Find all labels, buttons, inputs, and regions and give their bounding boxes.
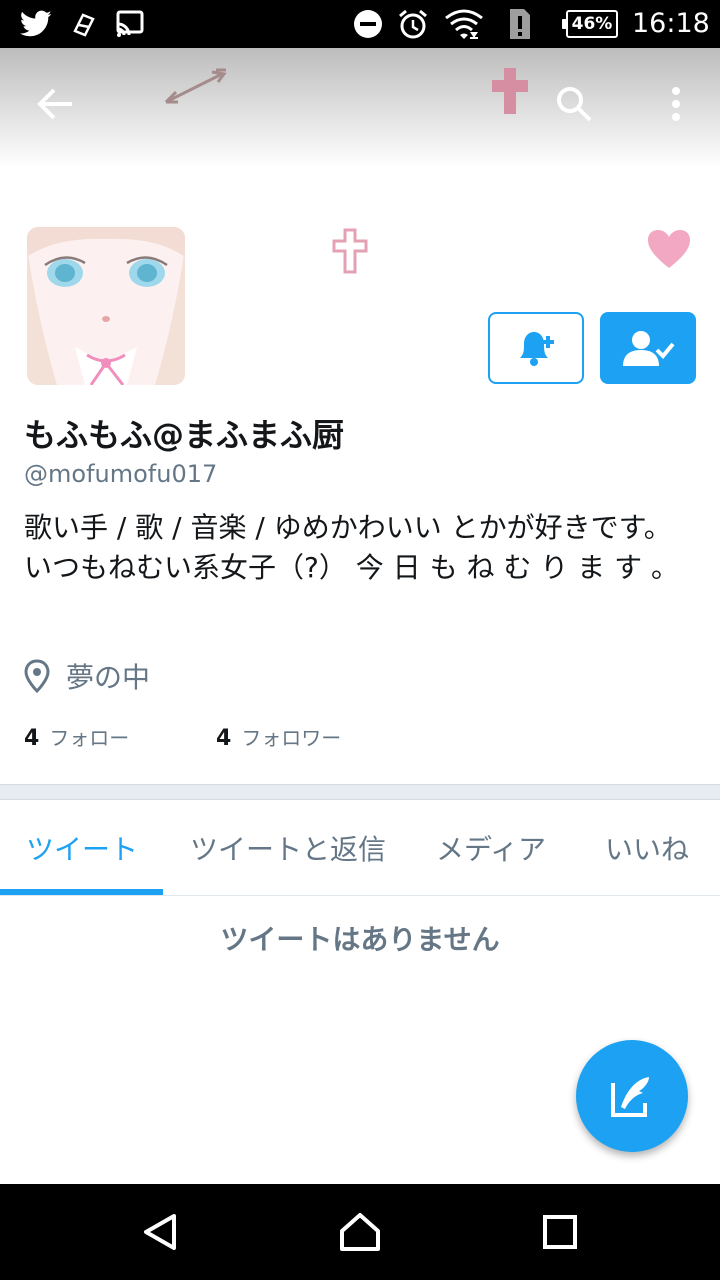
notifications-toggle-button[interactable] — [488, 312, 584, 384]
status-bar: 46% 16:18 — [0, 0, 720, 48]
alarm-icon — [396, 8, 430, 40]
nav-recents-button[interactable] — [520, 1192, 600, 1272]
tab-tweets[interactable]: ツイート — [26, 800, 138, 896]
location-text: 夢の中 — [66, 661, 151, 694]
search-icon — [557, 87, 592, 122]
do-not-disturb-icon — [352, 8, 384, 40]
nav-home-button[interactable] — [320, 1192, 400, 1272]
back-button[interactable] — [26, 74, 86, 134]
bell-plus-icon — [520, 332, 554, 366]
profile-bio: 歌い手 / 歌 / 音楽 / ゆめかわいい とかが好きです。いつもねむい系女子（… — [24, 511, 679, 584]
battery-indicator: 46% — [562, 10, 618, 38]
signal-alert-icon — [504, 8, 536, 40]
following-label: フォロー — [49, 726, 130, 750]
followers-stat[interactable]: 4 フォロワー — [216, 722, 341, 752]
banner-shade — [0, 48, 720, 168]
clean-master-icon — [70, 8, 98, 40]
nav-back-button[interactable] — [120, 1192, 200, 1272]
nav-back-icon — [144, 1214, 176, 1250]
nav-recents-icon — [543, 1215, 577, 1249]
battery-percent: 46% — [571, 14, 613, 34]
wifi-icon — [442, 8, 486, 40]
heart-decoration-icon — [648, 230, 690, 268]
more-vert-icon — [672, 87, 680, 121]
tab-media[interactable]: メディア — [436, 800, 546, 896]
status-clock: 16:18 — [632, 8, 710, 39]
compose-tweet-icon — [611, 1077, 649, 1117]
cross-outline-decoration-icon — [332, 228, 368, 274]
avatar-illustration — [27, 227, 185, 385]
arrow-back-icon — [37, 88, 72, 120]
cast-icon — [114, 8, 146, 40]
location-pin-icon — [24, 659, 50, 693]
following-button[interactable] — [600, 312, 696, 384]
tab-tweets-and-replies[interactable]: ツイートと返信 — [190, 800, 386, 896]
followers-label: フォロワー — [241, 726, 342, 750]
following-stat[interactable]: 4 フォロー — [24, 722, 129, 752]
more-options-button[interactable] — [646, 74, 706, 134]
profile-avatar[interactable] — [24, 224, 188, 388]
nav-home-icon — [340, 1213, 380, 1251]
cross-decoration-icon — [492, 68, 528, 114]
profile-handle: @mofumofu017 — [24, 460, 218, 488]
active-tab-indicator — [0, 889, 163, 895]
arrow-decoration-icon — [164, 68, 227, 104]
profile-display-name: もふもふ@まふまふ厨 — [24, 416, 345, 454]
section-divider — [0, 784, 720, 800]
user-check-icon — [623, 331, 675, 366]
tab-likes[interactable]: いいね — [605, 800, 689, 896]
system-navigation-bar — [0, 1184, 720, 1280]
profile-location: 夢の中 — [24, 656, 150, 696]
followers-count: 4 — [216, 726, 232, 751]
profile-tabs: ツイート ツイートと返信 メディア いいね — [0, 800, 720, 896]
twitter-icon — [18, 8, 54, 40]
search-button[interactable] — [544, 74, 604, 134]
compose-tweet-button[interactable] — [576, 1040, 688, 1152]
empty-state-message: ツイートはありません — [220, 923, 500, 956]
following-count: 4 — [24, 726, 40, 751]
